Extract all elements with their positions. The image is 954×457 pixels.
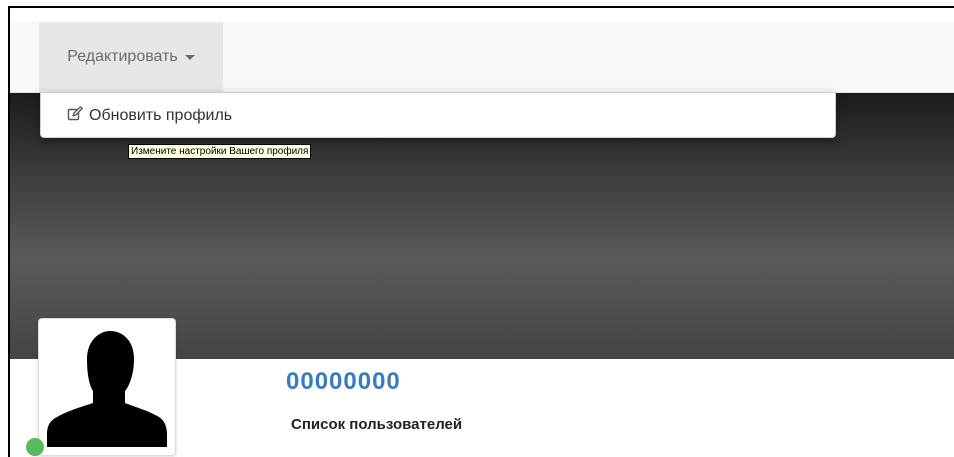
user-silhouette-icon [47,331,167,447]
avatar[interactable] [38,318,176,456]
caret-down-icon [184,54,195,60]
edit-menu-label: Редактировать [67,48,178,65]
menu-item-label: Обновить профиль [89,107,233,124]
user-list-link[interactable]: Список пользователей [291,416,462,433]
edit-icon [67,105,83,127]
online-status-dot [26,438,44,456]
menu-item-update-profile[interactable]: Обновить профиль [41,98,835,134]
edit-dropdown-menu: Обновить профиль [40,92,836,138]
app-window: Редактировать Обновить профиль Измените … [8,6,954,457]
user-id: 00000000 [286,368,401,395]
tooltip: Измените настройки Вашего профиля [128,144,312,159]
edit-menu-toggle[interactable]: Редактировать [39,22,223,92]
navbar: Редактировать [10,22,954,93]
